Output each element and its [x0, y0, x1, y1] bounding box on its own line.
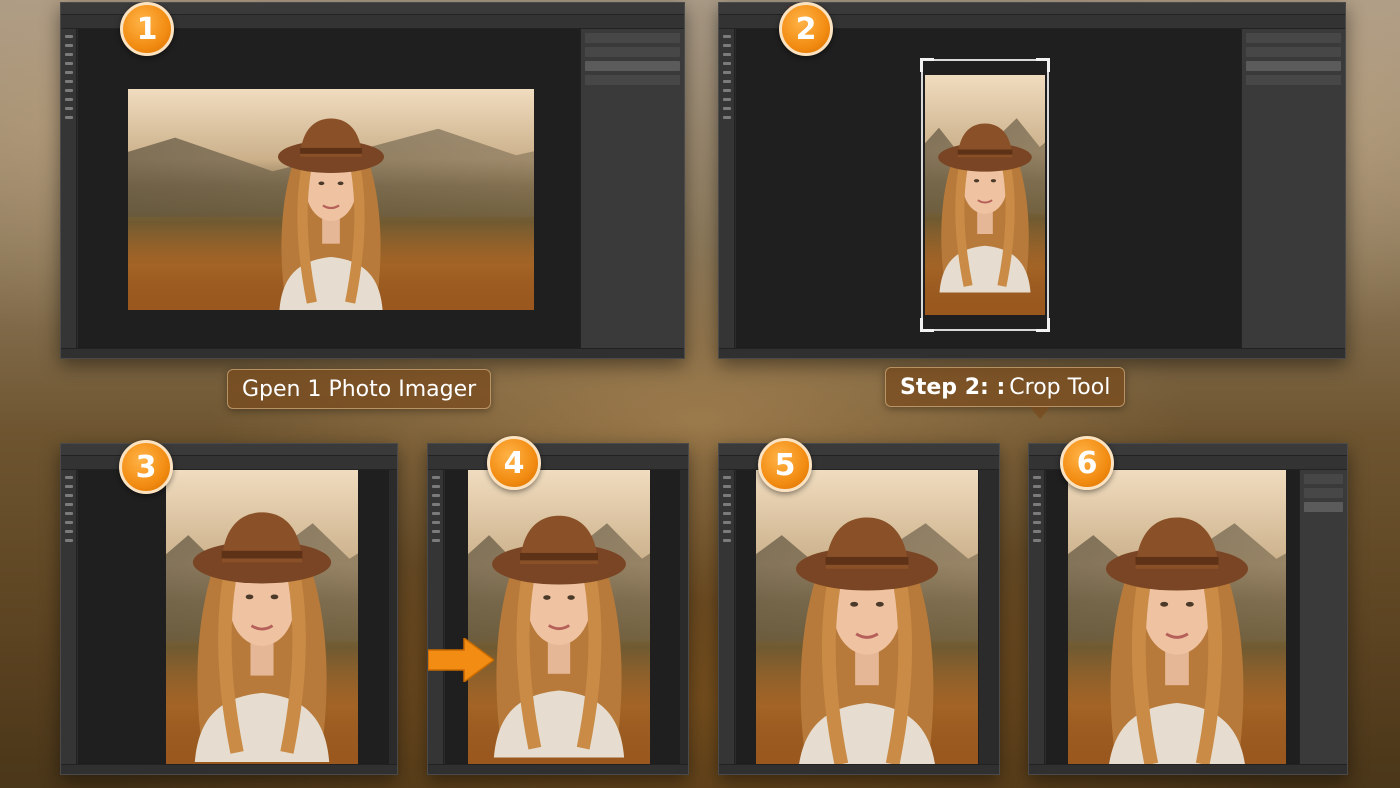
landscape-photo: [128, 89, 534, 310]
menu-bar[interactable]: [61, 444, 397, 456]
woman-portrait: [756, 478, 978, 766]
layers-panel[interactable]: [1241, 29, 1345, 348]
step-2-label: Step 2: : Crop Tool: [885, 367, 1126, 407]
crop-frame[interactable]: [920, 58, 1050, 332]
step-2-badge: 2: [779, 2, 833, 56]
step-2-label-bold: Step 2: :: [900, 374, 1006, 400]
portrait-photo: [1068, 470, 1286, 766]
step-4-badge: 4: [487, 436, 541, 490]
woman-portrait: [1068, 478, 1286, 766]
photoshop-window-step-4: [427, 443, 689, 775]
step-1-label-text: Gpen 1 Photo Imager: [242, 376, 477, 402]
tools-panel[interactable]: [61, 29, 77, 348]
woman-portrait: [468, 470, 650, 766]
step-1-label: Gpen 1 Photo Imager: [227, 369, 492, 409]
status-bar: [1029, 764, 1347, 774]
status-bar: [61, 764, 397, 774]
tools-panel[interactable]: [61, 470, 77, 764]
adjustments-panel[interactable]: [1299, 470, 1347, 764]
orange-arrow-icon: [428, 638, 494, 682]
document-canvas[interactable]: [736, 29, 1241, 348]
portrait-photo: [166, 470, 358, 766]
step-2-label-text: Crop Tool: [1009, 374, 1111, 400]
woman-portrait: [251, 89, 411, 310]
woman-portrait: [925, 75, 1045, 315]
tools-panel[interactable]: [719, 29, 735, 348]
menu-bar[interactable]: [428, 444, 688, 456]
step-1-badge: 1: [120, 2, 174, 56]
step-2-label-tail: [1030, 407, 1050, 419]
photoshop-window-step-6: [1028, 443, 1348, 775]
status-bar: [719, 764, 999, 774]
document-canvas[interactable]: [736, 470, 979, 766]
document-canvas[interactable]: [1046, 470, 1299, 766]
photoshop-window-step-2: [718, 2, 1346, 359]
options-bar[interactable]: [61, 456, 397, 470]
options-bar[interactable]: [428, 456, 688, 470]
woman-portrait: [166, 470, 358, 766]
status-bar: [61, 348, 684, 358]
document-canvas[interactable]: [445, 470, 680, 766]
status-bar: [719, 348, 1345, 358]
cropped-photo: [925, 75, 1045, 315]
status-bar: [428, 764, 688, 774]
step-6-badge: 6: [1060, 436, 1114, 490]
photoshop-window-step-5: [718, 443, 1000, 775]
tools-panel[interactable]: [719, 470, 735, 764]
photoshop-window-step-1: [60, 2, 685, 359]
photoshop-window-step-3: [60, 443, 398, 775]
document-canvas[interactable]: [78, 470, 389, 766]
portrait-photo: [468, 470, 650, 766]
tools-panel[interactable]: [428, 470, 444, 764]
layers-panel[interactable]: [580, 29, 684, 348]
step-3-badge: 3: [119, 440, 173, 494]
document-canvas[interactable]: [78, 29, 580, 348]
tools-panel[interactable]: [1029, 470, 1045, 764]
portrait-photo: [756, 470, 978, 766]
step-5-badge: 5: [758, 438, 812, 492]
